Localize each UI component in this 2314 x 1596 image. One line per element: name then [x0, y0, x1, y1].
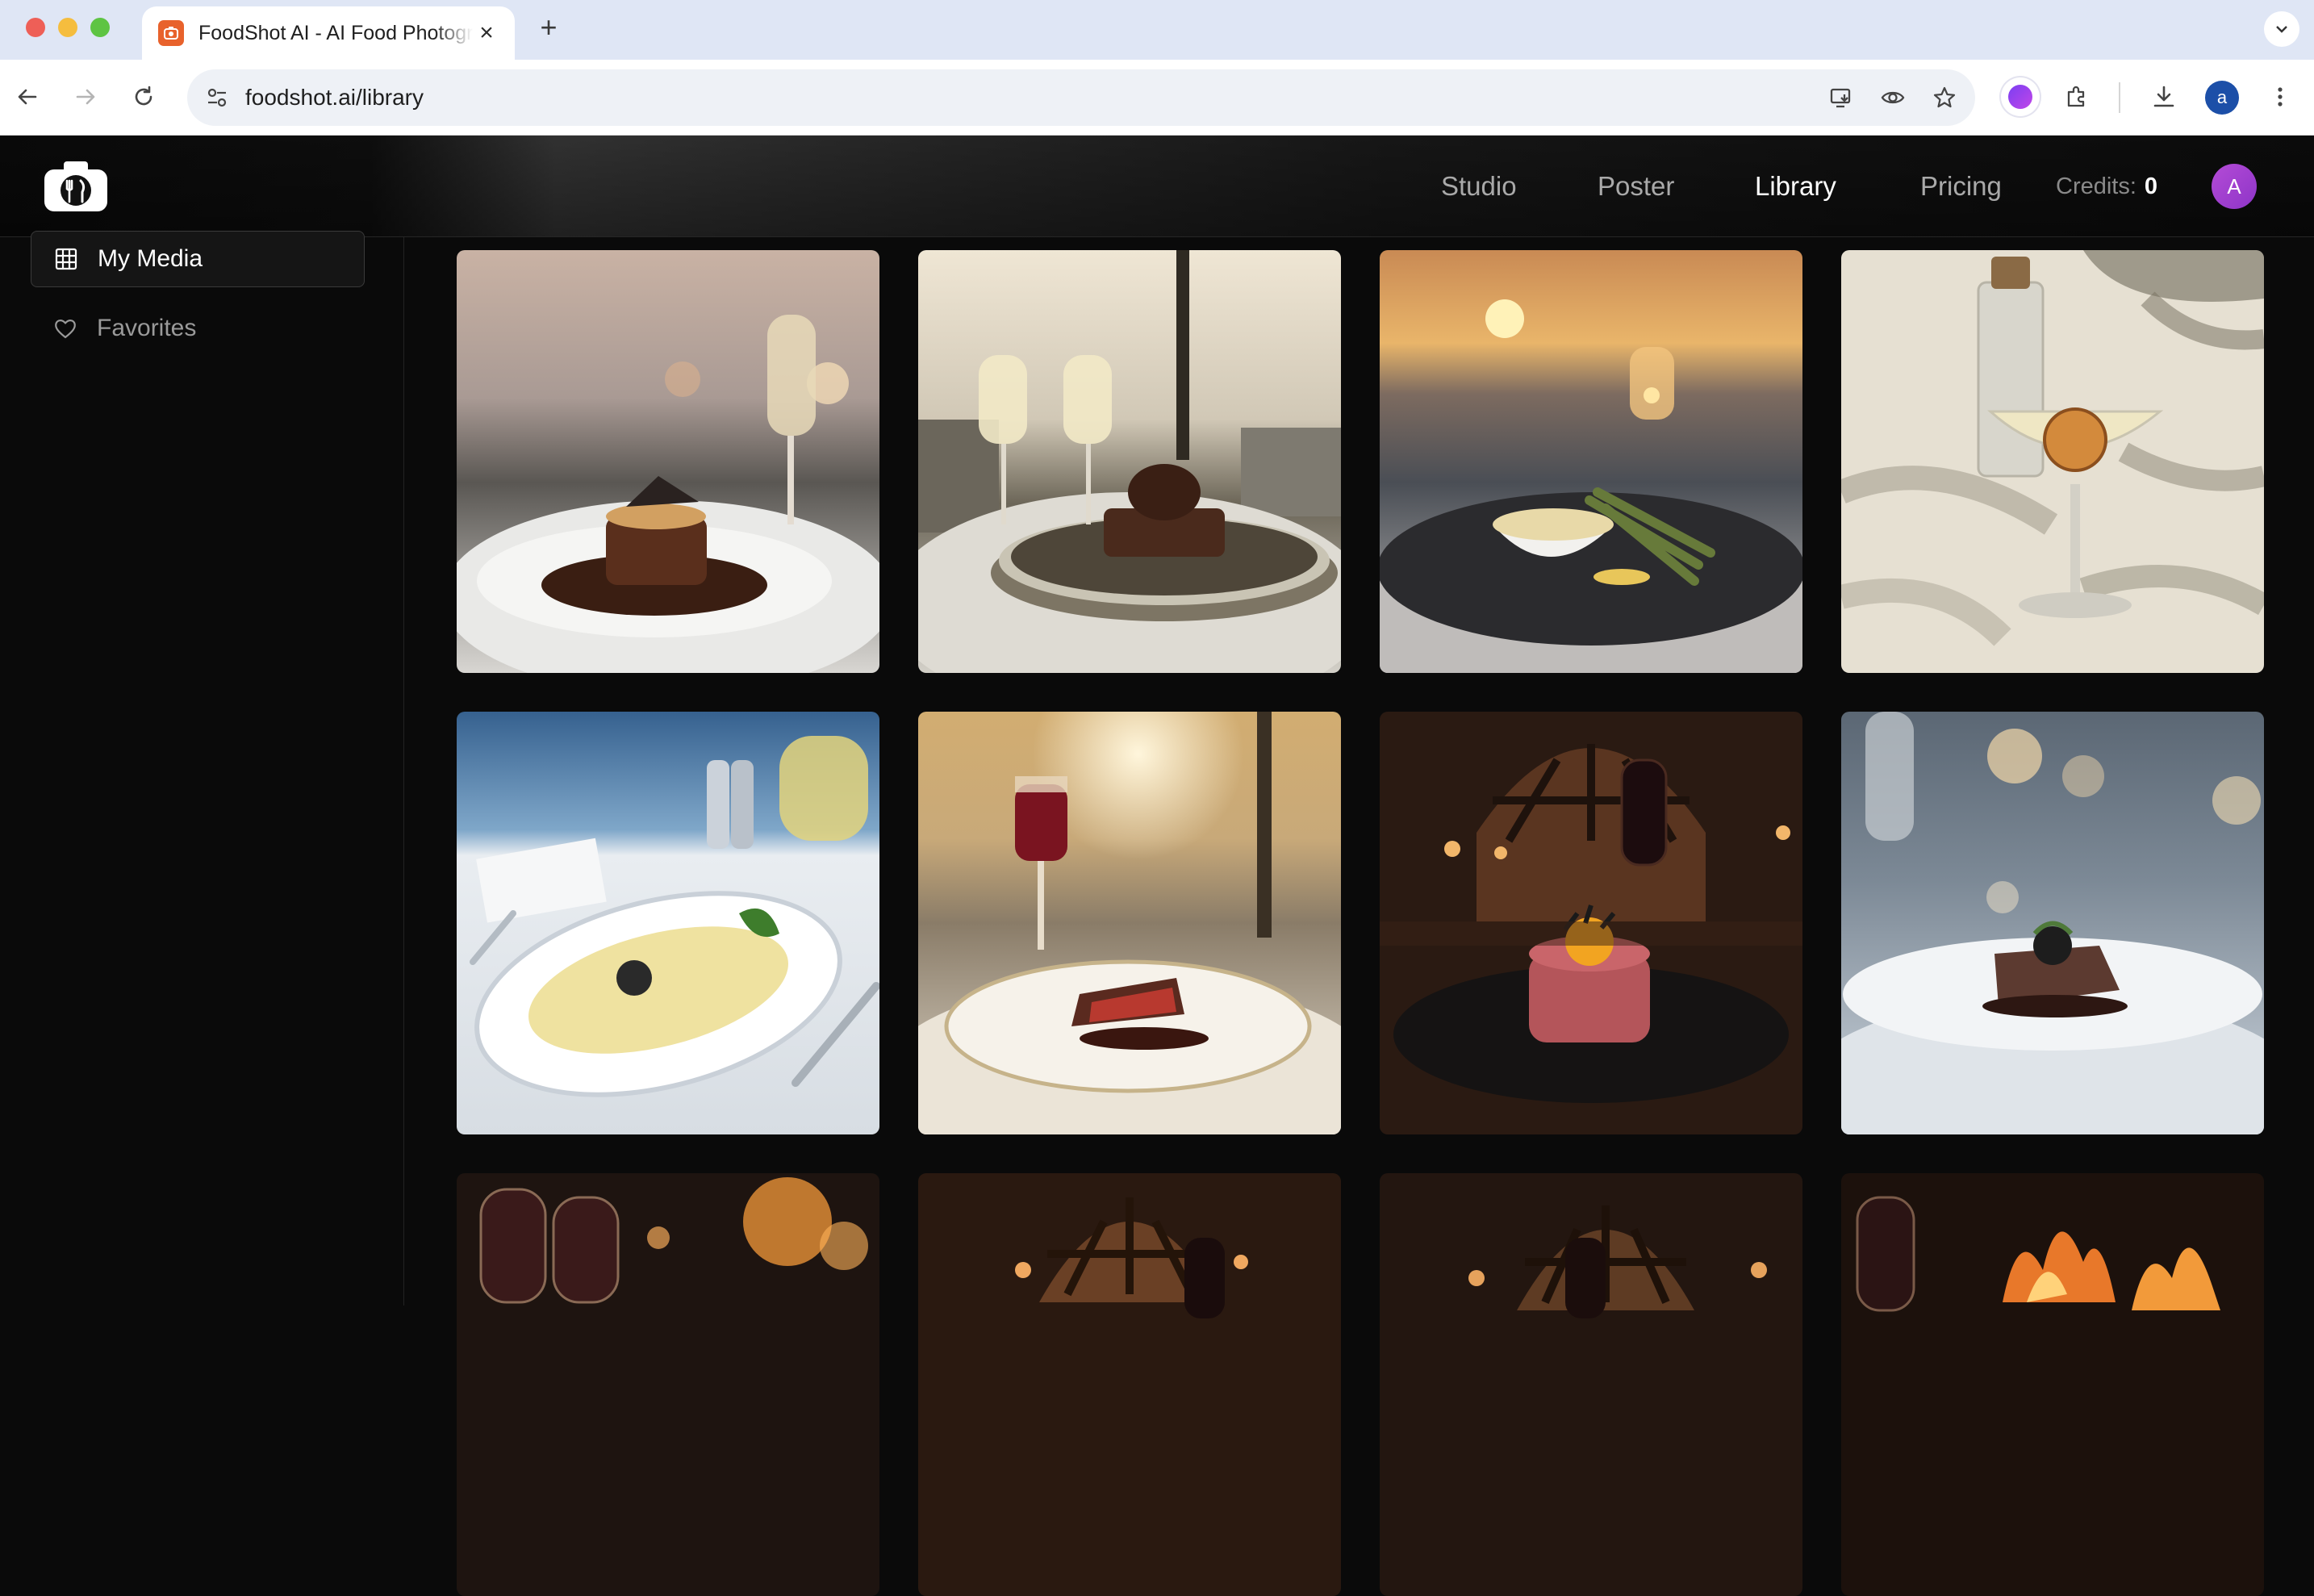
downloads-icon[interactable] — [2143, 76, 2185, 118]
forward-arrow-icon[interactable] — [65, 76, 107, 118]
media-tile-dessert-champagne[interactable] — [457, 250, 879, 673]
media-tile-steak-red-wine[interactable] — [918, 712, 1341, 1134]
heart-icon — [55, 320, 76, 339]
media-tile-cocktail-palm[interactable] — [1841, 250, 2264, 673]
extension-assistant-icon[interactable] — [2001, 77, 2040, 116]
url-text: foodshot.ai/library — [245, 85, 424, 110]
media-tile-pasta-asparagus[interactable] — [1380, 250, 1802, 673]
site-settings-icon[interactable] — [198, 79, 236, 116]
nav-poster[interactable]: Poster — [1598, 136, 1674, 237]
sidebar-item-favorites[interactable]: Favorites — [31, 300, 365, 357]
extensions-puzzle-icon[interactable] — [2056, 76, 2098, 118]
tab-title: FoodShot AI - AI Food Photography — [198, 21, 473, 44]
credits-label: Credits: — [2056, 173, 2136, 199]
media-tile-wine-window[interactable] — [918, 1173, 1341, 1596]
eye-icon[interactable] — [1875, 80, 1911, 115]
media-tile-beef-caviar[interactable] — [1841, 712, 2264, 1134]
media-tile-sole-fish[interactable] — [457, 712, 879, 1134]
sidebar-item-label: Favorites — [97, 315, 197, 341]
tab-close-icon[interactable]: × — [474, 19, 499, 46]
new-tab-icon[interactable]: + — [533, 10, 565, 44]
window-minimize-button[interactable] — [58, 18, 77, 37]
browser-menu-icon[interactable] — [2259, 76, 2301, 118]
app-header: Studio Poster Library Pricing Credits: 0 … — [0, 136, 2314, 237]
nav-pricing[interactable]: Pricing — [1920, 136, 2002, 237]
foodshot-logo-icon[interactable] — [44, 160, 107, 211]
media-tile-wine-window-dark[interactable] — [1380, 1173, 1802, 1596]
media-tile-wine-fireplace[interactable] — [457, 1173, 879, 1596]
window-close-button[interactable] — [26, 18, 45, 37]
bookmark-star-icon[interactable] — [1927, 80, 1962, 115]
browser-tab[interactable]: FoodShot AI - AI Food Photography × — [142, 6, 515, 60]
nav-studio[interactable]: Studio — [1441, 136, 1517, 237]
grid-icon — [55, 248, 77, 270]
library-sidebar: My Media Favorites — [0, 231, 404, 1306]
credits-indicator: Credits: 0 — [2056, 136, 2157, 237]
back-arrow-icon[interactable] — [6, 76, 48, 118]
window-zoom-button[interactable] — [90, 18, 110, 37]
browser-tab-bar: FoodShot AI - AI Food Photography × + — [0, 0, 2314, 60]
browser-toolbar: foodshot.ai/library a — [0, 60, 2314, 136]
install-app-icon[interactable] — [1823, 80, 1859, 115]
reload-icon[interactable] — [123, 76, 165, 118]
tab-search-chevron-icon[interactable] — [2264, 11, 2299, 47]
toolbar-separator — [2119, 82, 2120, 113]
foodshot-favicon-icon — [158, 20, 184, 46]
sidebar-item-my-media[interactable]: My Media — [31, 231, 365, 287]
media-tile-wine-flames[interactable] — [1841, 1173, 2264, 1596]
nav-library[interactable]: Library — [1755, 136, 1836, 237]
credits-value: 0 — [2144, 173, 2158, 199]
browser-profile-avatar[interactable]: a — [2205, 81, 2239, 115]
user-avatar[interactable]: A — [2212, 164, 2257, 209]
address-bar[interactable]: foodshot.ai/library — [187, 69, 1975, 126]
media-tile-chocolate-dessert[interactable] — [918, 250, 1341, 673]
media-tile-beef-tartare[interactable] — [1380, 712, 1802, 1134]
sidebar-item-label: My Media — [98, 245, 203, 272]
